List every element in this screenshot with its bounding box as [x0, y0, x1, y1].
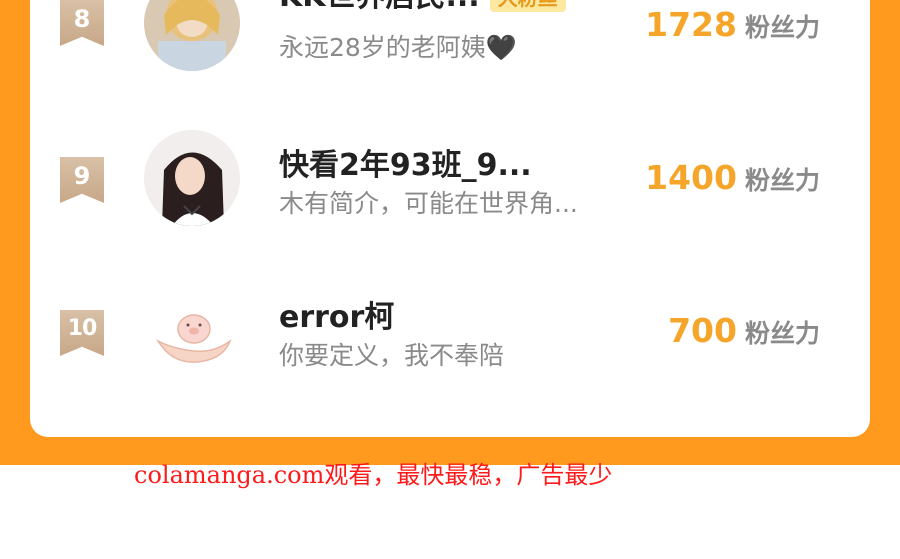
user-bio: 永远28岁的老阿姨🖤	[279, 33, 517, 62]
user-bio: 木有简介，可能在世界角...	[279, 189, 578, 218]
score-unit: 粉丝力	[744, 166, 820, 195]
user-name[interactable]: KK世界居民... 大粉丝	[279, 0, 566, 15]
list-item[interactable]: 10 error柯 你要定义，我不奉陪 700 粉丝力	[30, 283, 870, 383]
fan-leaderboard-card: 8 KK世界居民...大粉丝 永远28岁的老阿姨🖤 1728粉丝力 9	[30, 0, 870, 437]
user-name[interactable]: 快看2年93班_9...	[279, 140, 532, 184]
rank-badge: 9	[60, 157, 104, 203]
fan-power-score: 1728 粉丝力	[645, 5, 820, 44]
score-value: 700	[668, 311, 737, 350]
user-name-text: KK世界居民...	[279, 0, 480, 14]
user-name[interactable]: error柯	[279, 292, 394, 336]
avatar[interactable]	[144, 283, 240, 379]
avatar[interactable]	[144, 0, 240, 71]
watermark-text: colamanga.com观看，最快最稳，广告最少	[134, 461, 613, 489]
score-value: 1400	[645, 158, 737, 197]
list-item[interactable]: 9 快看2年93班_9... 木有简介，可能在世界角... 1400 粉丝力	[30, 130, 870, 230]
rank-badge: 8	[60, 0, 104, 46]
user-name-text: 快看2年93班_9...	[279, 148, 532, 183]
avatar[interactable]	[144, 130, 240, 226]
score-unit: 粉丝力	[744, 319, 820, 348]
fan-level-badge: 大粉丝	[489, 0, 566, 12]
user-bio: 你要定义，我不奉陪	[279, 341, 505, 370]
score-unit: 粉丝力	[744, 13, 820, 42]
score-value: 1728	[645, 5, 737, 44]
avatar-pig-in-hands-icon	[144, 283, 240, 379]
rank-badge: 10	[60, 310, 104, 356]
fan-power-score: 700 粉丝力	[668, 311, 820, 350]
list-item[interactable]: 8 KK世界居民... 大粉丝 永远28岁的老阿姨🖤 1728粉丝力	[30, 0, 870, 75]
avatar-dark-hair-girl-icon	[144, 130, 240, 226]
user-name-text: error柯	[279, 300, 395, 335]
fan-power-score: 1400 粉丝力	[645, 158, 820, 197]
avatar-blonde-girl-icon	[144, 0, 240, 71]
